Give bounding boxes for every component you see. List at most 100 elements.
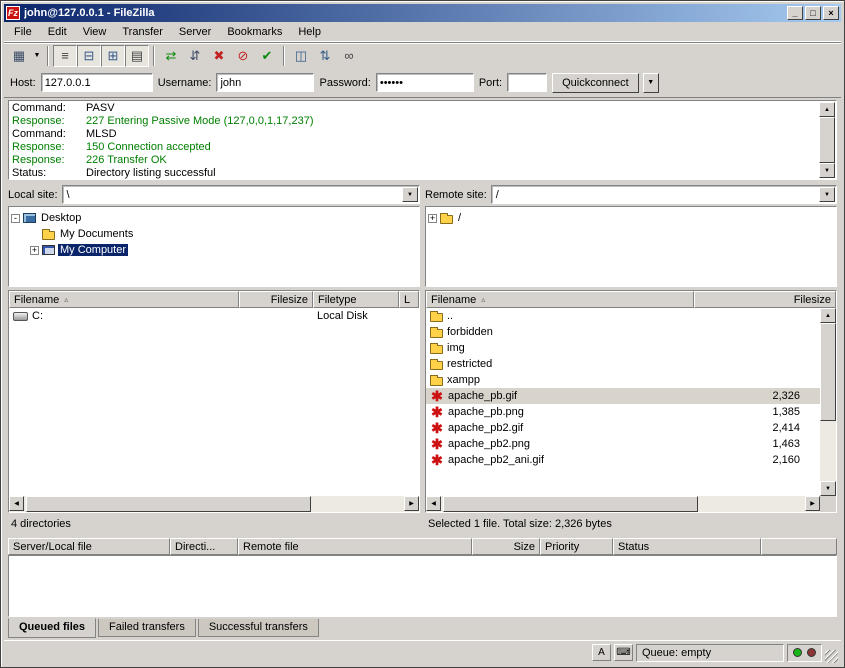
log-scrollbar[interactable]: ▲ ▼ [819, 102, 835, 178]
remote-file-row[interactable]: restricted [426, 356, 820, 372]
site-manager-button[interactable]: ▦ [7, 45, 31, 67]
tree-item-my-computer[interactable]: + My Computer [11, 242, 417, 258]
username-input[interactable] [216, 73, 314, 92]
file-type: Local Disk [313, 310, 399, 322]
close-button[interactable]: × [823, 6, 839, 20]
toggle-message-log-button[interactable]: ≡ [53, 45, 77, 67]
column-header-filesize[interactable]: Filesize [694, 291, 836, 308]
process-queue-button[interactable]: ⇵ [183, 45, 207, 67]
menu-help[interactable]: Help [290, 24, 329, 40]
column-header-filler [761, 538, 837, 555]
local-list-hscrollbar[interactable]: ◀ ▶ [9, 496, 419, 512]
menu-view[interactable]: View [75, 24, 115, 40]
column-header-status[interactable]: Status [613, 538, 761, 555]
disconnect-button[interactable]: ⊘ [231, 45, 255, 67]
local-site-combobox[interactable]: \ [62, 185, 420, 204]
maximize-button[interactable]: □ [805, 6, 821, 20]
refresh-button[interactable]: ⇄ [159, 45, 183, 67]
scroll-down-icon[interactable]: ▼ [820, 481, 836, 496]
remote-list-vscrollbar[interactable]: ▲ ▼ [820, 308, 836, 496]
scroll-thumb[interactable] [819, 117, 835, 163]
site-manager-dropdown-button[interactable]: ▼ [31, 45, 43, 67]
menu-edit[interactable]: Edit [40, 24, 75, 40]
send-activity-led-icon [807, 648, 816, 657]
tab-queued-files[interactable]: Queued files [8, 618, 96, 638]
chevron-down-icon: ▼ [647, 79, 654, 86]
menu-server[interactable]: Server [171, 24, 219, 40]
local-file-row[interactable]: C: Local Disk [9, 308, 419, 324]
remote-file-row-selected[interactable]: apache_pb.gif 2,326 [426, 388, 820, 404]
column-header-direction[interactable]: Directi... [170, 538, 238, 555]
scroll-left-icon[interactable]: ◀ [9, 496, 24, 511]
column-header-server-local-file[interactable]: Server/Local file [8, 538, 170, 555]
scroll-track[interactable] [441, 496, 805, 512]
column-header-filename[interactable]: Filename [426, 291, 694, 308]
scroll-left-icon[interactable]: ◀ [426, 496, 441, 511]
quickconnect-dropdown-button[interactable]: ▼ [643, 73, 659, 93]
remote-site-combobox[interactable]: / [491, 185, 837, 204]
scroll-thumb[interactable] [820, 323, 836, 421]
scroll-up-icon[interactable]: ▲ [820, 308, 836, 323]
chevron-down-icon[interactable] [819, 187, 835, 202]
remote-file-row[interactable]: xampp [426, 372, 820, 388]
menu-file[interactable]: File [6, 24, 40, 40]
menu-bookmarks[interactable]: Bookmarks [219, 24, 290, 40]
tree-item-desktop[interactable]: - Desktop [11, 210, 417, 226]
scroll-right-icon[interactable]: ▶ [404, 496, 419, 511]
tree-item-root[interactable]: + / [428, 210, 834, 226]
scroll-right-icon[interactable]: ▶ [805, 496, 820, 511]
menu-transfer[interactable]: Transfer [114, 24, 171, 40]
scroll-track[interactable] [24, 496, 404, 512]
remote-file-row[interactable]: apache_pb.png 1,385 [426, 404, 820, 420]
tab-failed-transfers[interactable]: Failed transfers [98, 619, 196, 637]
chevron-down-icon[interactable] [402, 187, 418, 202]
encryption-status-icon[interactable]: ⌨ [614, 644, 633, 661]
remote-file-row[interactable]: img [426, 340, 820, 356]
scroll-thumb[interactable] [26, 496, 311, 512]
toggle-queue-button[interactable]: ▤ [125, 45, 149, 67]
port-input[interactable] [507, 73, 547, 92]
scroll-down-icon[interactable]: ▼ [819, 163, 835, 178]
resize-grip[interactable] [825, 650, 838, 663]
scroll-up-icon[interactable]: ▲ [819, 102, 835, 117]
refresh-icon: ⇄ [166, 48, 177, 64]
find-files-button[interactable]: ∞ [337, 45, 361, 67]
expand-icon[interactable]: + [428, 214, 437, 223]
remote-file-row[interactable]: forbidden [426, 324, 820, 340]
column-header-last-modified[interactable]: L [399, 291, 419, 308]
tree-item-my-documents[interactable]: My Documents [11, 226, 417, 242]
host-input[interactable] [41, 73, 153, 92]
collapse-icon[interactable]: - [11, 214, 20, 223]
remote-file-row[interactable]: .. [426, 308, 820, 324]
toggle-local-tree-button[interactable]: ⊟ [77, 45, 101, 67]
cancel-button[interactable]: ✖ [207, 45, 231, 67]
remote-file-row[interactable]: apache_pb2.png 1,463 [426, 436, 820, 452]
password-input[interactable] [376, 73, 474, 92]
remote-list-hscrollbar[interactable]: ◀ ▶ [426, 496, 820, 512]
quickconnect-button[interactable]: Quickconnect [552, 73, 639, 93]
expand-icon[interactable]: + [30, 246, 39, 255]
title-bar[interactable]: Fz john@127.0.0.1 - FileZilla _ □ × [4, 4, 841, 22]
column-header-filetype[interactable]: Filetype [313, 291, 399, 308]
column-header-size[interactable]: Size [472, 538, 540, 555]
scroll-thumb[interactable] [443, 496, 698, 512]
remote-file-row[interactable]: apache_pb2.gif 2,414 [426, 420, 820, 436]
compare-button[interactable]: ◫ [289, 45, 313, 67]
toggle-remote-tree-button[interactable]: ⊞ [101, 45, 125, 67]
transfer-type-icon[interactable]: A [592, 644, 611, 661]
filter-button[interactable]: ✔ [255, 45, 279, 67]
remote-file-row[interactable]: apache_pb2_ani.gif 2,160 [426, 452, 820, 468]
status-bar: A ⌨ Queue: empty [4, 640, 841, 664]
column-header-filename[interactable]: Filename [9, 291, 239, 308]
column-header-filesize[interactable]: Filesize [239, 291, 313, 308]
scroll-track[interactable] [820, 323, 836, 481]
queue-body[interactable] [8, 555, 837, 617]
minimize-button[interactable]: _ [787, 6, 803, 20]
sync-browse-button[interactable]: ⇅ [313, 45, 337, 67]
username-label: Username: [158, 77, 212, 89]
column-header-priority[interactable]: Priority [540, 538, 613, 555]
remote-tree-pane: Remote site: / + / [425, 185, 837, 287]
tab-successful-transfers[interactable]: Successful transfers [198, 619, 319, 637]
scroll-track[interactable] [819, 117, 835, 163]
column-header-remote-file[interactable]: Remote file [238, 538, 472, 555]
